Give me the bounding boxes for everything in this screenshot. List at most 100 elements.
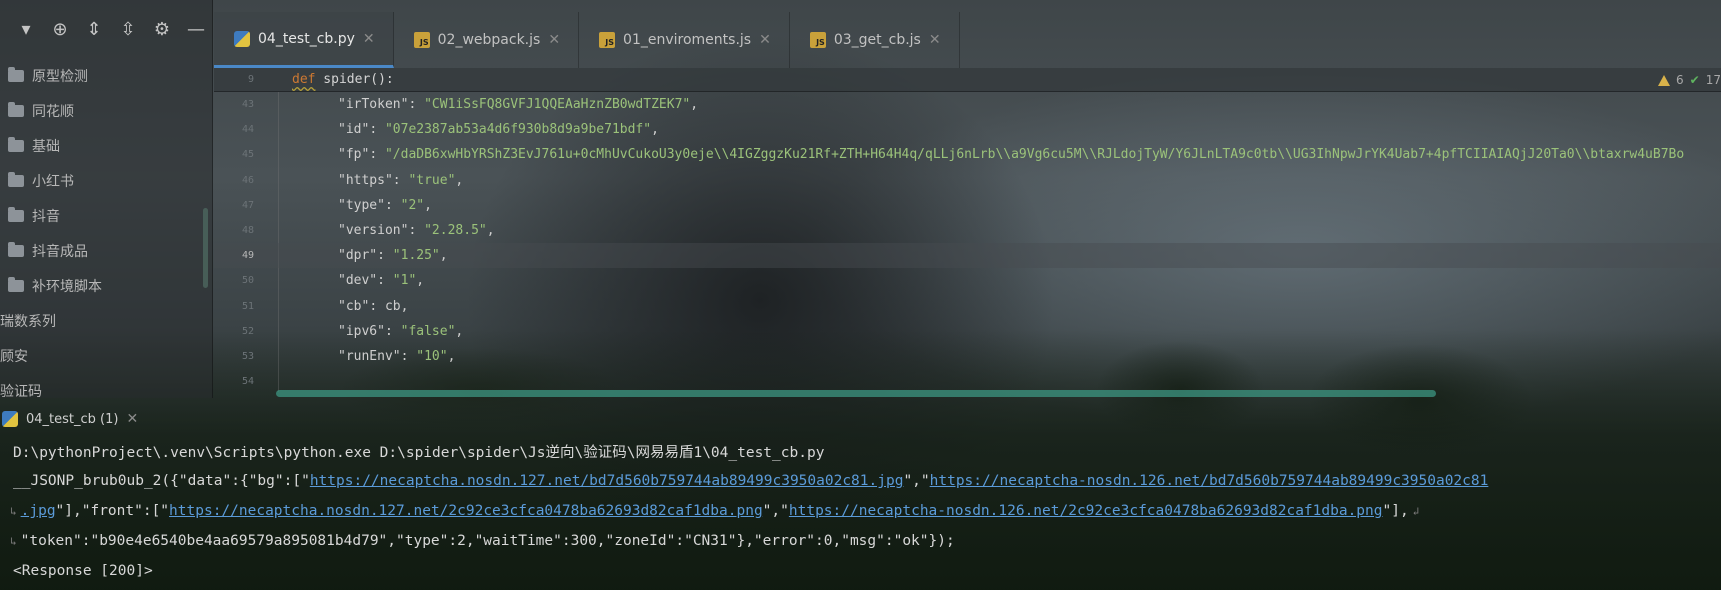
trailing-comma: ,	[455, 172, 464, 188]
code-line[interactable]: 46 "https": "true",	[214, 168, 1721, 193]
chevron-down-icon[interactable]: ▾	[16, 19, 36, 40]
close-icon[interactable]: ✕	[126, 411, 138, 427]
tree-folder[interactable]: 顾安	[0, 338, 213, 373]
expand-all-icon[interactable]: ⇕	[84, 19, 104, 40]
colon: :	[377, 273, 393, 289]
gear-icon[interactable]: ⚙	[152, 19, 172, 40]
console-link[interactable]: https://necaptcha-nosdn.126.net/2c92ce3c…	[789, 503, 1383, 519]
console-link[interactable]: https://necaptcha-nosdn.126.net/bd7d560b…	[930, 473, 1489, 489]
folder-icon	[8, 101, 24, 117]
dict-value: "1"	[392, 273, 417, 289]
editor-horizontal-scrollbar[interactable]	[276, 390, 1436, 397]
tree-folder[interactable]: 验证码	[0, 373, 213, 408]
trailing-comma: ,	[439, 248, 448, 264]
code-text: "type": "2",	[338, 198, 432, 213]
code-line[interactable]: 43 "irToken": "CW1iSsFQ8GVFJ1QQEAaHznZB0w…	[214, 92, 1721, 117]
console-line: <Response [200]>	[13, 556, 153, 586]
trailing-comma: ,	[447, 348, 456, 364]
dict-value: "2.28.5"	[424, 223, 487, 239]
tree-item-label: 抖音成品	[32, 243, 88, 260]
console-text: ","	[762, 503, 789, 519]
trailing-comma: ,	[690, 97, 699, 113]
tree-folder[interactable]: 基础	[0, 128, 213, 163]
tab-01-enviroments[interactable]: JS 01_enviroments.js ✕	[579, 12, 790, 68]
run-console[interactable]: D:\pythonProject\.venv\Scripts\python.ex…	[0, 434, 1721, 590]
tree-folder[interactable]: 抖音成品	[0, 233, 213, 268]
close-icon[interactable]: ✕	[548, 32, 560, 48]
tab-03-get-cb[interactable]: JS 03_get_cb.js ✕	[790, 12, 960, 68]
code-line[interactable]: 52 "ipv6": "false",	[214, 319, 1721, 344]
code-line[interactable]: 48 "version": "2.28.5",	[214, 218, 1721, 243]
colon: :	[384, 197, 401, 213]
code-line[interactable]: 49 "dpr": "1.25",	[214, 243, 1721, 269]
close-icon[interactable]: ✕	[759, 32, 771, 48]
tab-label: 02_webpack.js	[437, 32, 541, 48]
code-text: "dev": "1",	[338, 273, 424, 288]
tree-folder[interactable]: 小红书	[0, 163, 213, 198]
folder-icon	[8, 136, 24, 152]
function-signature: spider():	[315, 72, 394, 87]
dict-key: "type"	[338, 197, 385, 213]
sticky-scope-line[interactable]: 9 def spider(): 6 ✔ 17	[214, 68, 1721, 92]
tree-item-label: 基础	[32, 138, 60, 155]
code-line[interactable]: 53 "runEnv": "10",	[214, 344, 1721, 369]
run-tab-label: 04_test_cb (1)	[26, 411, 119, 427]
folder-icon	[8, 241, 24, 257]
colon: :	[408, 97, 425, 113]
tab-02-webpack[interactable]: JS 02_webpack.js ✕	[394, 12, 580, 68]
colon: :	[369, 147, 385, 163]
collapse-all-icon[interactable]: ⇳	[118, 19, 138, 40]
code-line[interactable]: 45 "fp": "/daDB6xwHbYRShZ3EvJ761u+0cMhUvC…	[214, 142, 1721, 167]
line-number: 53	[241, 350, 254, 362]
tab-04-test-cb[interactable]: 04_test_cb.py ✕	[214, 12, 394, 68]
console-link[interactable]: .jpg	[21, 503, 56, 519]
console-line: __JSONP_brub0ub_2({"data":{"bg":[" https:…	[13, 466, 1488, 496]
code-text: "https": "true",	[338, 173, 463, 188]
soft-wrap-icon: ↲	[1412, 504, 1420, 518]
sidebar-scrollbar[interactable]	[203, 208, 208, 288]
console-line: ↳ .jpg "],"front":[" https://necaptcha.nosd…	[10, 496, 1419, 526]
console-text: ","	[903, 473, 930, 489]
colon: :	[369, 122, 385, 138]
inspection-widget[interactable]: 6 ✔ 17	[1658, 68, 1721, 92]
close-icon[interactable]: ✕	[363, 31, 375, 47]
keyword-def: def	[292, 72, 316, 87]
code-line[interactable]: 47 "type": "2",	[214, 193, 1721, 218]
line-number: 51	[241, 300, 254, 312]
tree-item-label: 小红书	[32, 173, 74, 190]
dict-key: "id"	[338, 122, 370, 138]
tree-folder[interactable]: 瑞数系列	[0, 303, 213, 338]
tree-folder[interactable]: 同花顺	[0, 93, 213, 128]
line-number: 46	[241, 174, 254, 186]
console-link[interactable]: https://necaptcha.nosdn.127.net/2c92ce3c…	[169, 503, 763, 519]
run-panel-header: 04_test_cb (1) ✕	[0, 404, 1721, 434]
console-link[interactable]: https://necaptcha.nosdn.127.net/bd7d560b…	[310, 473, 904, 489]
dict-key: "dev"	[338, 273, 378, 289]
close-icon[interactable]: ✕	[929, 32, 941, 48]
console-line: ↳ "token":"b90e4e6540be4aa69579a895081b4d…	[10, 526, 955, 556]
trailing-comma: ,	[424, 197, 432, 213]
tree-folder[interactable]: 原型检测	[0, 58, 213, 93]
trailing-comma: ,	[455, 323, 464, 339]
minimize-icon[interactable]: —	[186, 19, 206, 40]
folder-icon	[8, 206, 24, 222]
tree-folder[interactable]: 抖音	[0, 198, 213, 233]
js-file-icon: JS	[599, 32, 616, 48]
run-tab[interactable]: 04_test_cb (1) ✕	[2, 411, 148, 427]
tree-item-label: 补环境脚本	[32, 278, 102, 295]
line-number: 44	[241, 124, 254, 136]
code-line[interactable]: 44 "id": "07e2387ab53a4d6f930b8d9a9be71bd…	[214, 117, 1721, 142]
locate-icon[interactable]: ⊕	[50, 19, 70, 40]
code-editor[interactable]: 9 def spider(): 6 ✔ 17 43 "irToken": "CW1…	[214, 68, 1721, 398]
dict-key: "ipv6"	[338, 323, 385, 339]
line-number: 48	[241, 225, 254, 237]
dict-value: "true"	[408, 172, 456, 188]
dict-value: "10"	[416, 348, 448, 364]
project-toolbar: ▾ ⊕ ⇕ ⇳ ⚙ —	[0, 0, 213, 58]
tree-folder[interactable]: 补环境脚本	[0, 268, 213, 303]
code-text: "fp": "/daDB6xwHbYRShZ3EvJ761u+0cMhUvCuk…	[338, 147, 1684, 162]
trailing-comma: ,	[651, 122, 659, 138]
code-line[interactable]: 50 "dev": "1",	[214, 268, 1721, 293]
project-panel: ▾ ⊕ ⇕ ⇳ ⚙ — 原型检测 同花顺 基础 小红书 抖音 抖音成品 补环境脚…	[0, 0, 213, 400]
code-line[interactable]: 51 "cb": cb,	[214, 294, 1721, 319]
